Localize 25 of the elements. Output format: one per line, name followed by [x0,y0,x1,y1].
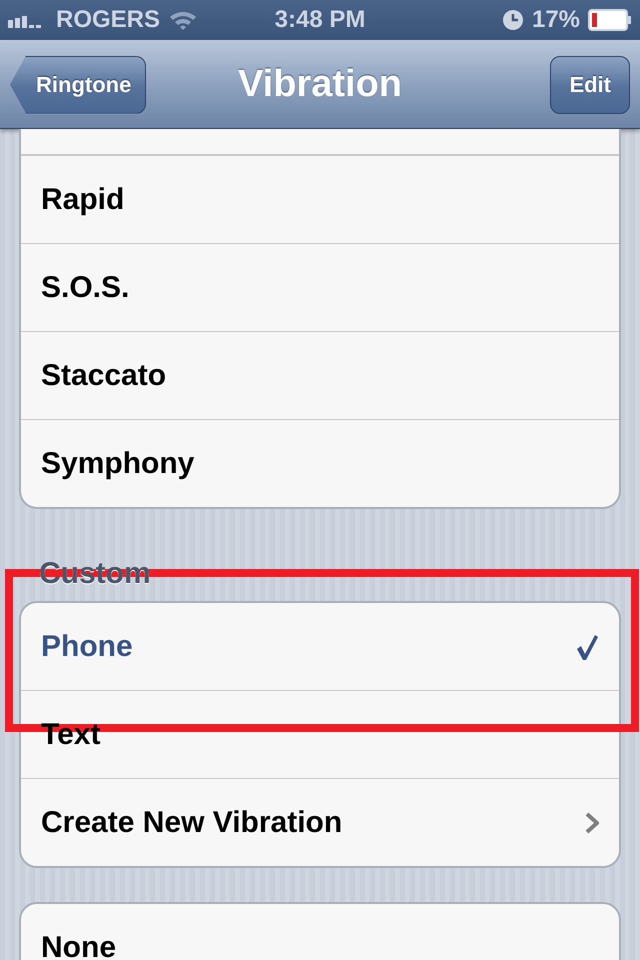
list-row[interactable]: Symphony [21,419,619,507]
battery-level: 17% [532,6,580,34]
list-row[interactable]: Rapid [21,155,619,243]
clock-icon [502,9,524,31]
row-label: Phone [41,630,134,664]
row-label: None [41,930,117,960]
row-label: Rapid [41,182,126,216]
edit-button[interactable]: Edit [550,56,630,114]
carrier-name: ROGERS [56,6,160,34]
row-label: S.O.S. [41,270,130,304]
list-row[interactable]: None [21,904,619,960]
back-button[interactable]: Ringtone [10,56,146,114]
wifi-icon [168,9,198,31]
battery-icon [588,9,632,31]
list-row[interactable]: Phone [21,603,619,690]
row-label: Create New Vibration [41,806,344,840]
list-row[interactable]: S.O.S. [21,243,619,331]
status-time: 3:48 PM [274,6,366,34]
checkmark-icon [575,632,599,660]
chevron-icon [585,810,599,834]
row-label: Symphony [41,446,196,480]
screen-title: Vibration [237,63,403,106]
list-row[interactable]: Create New Vibration [21,778,619,866]
list-row[interactable]: Staccato [21,331,619,419]
row-label: Staccato [41,358,168,392]
